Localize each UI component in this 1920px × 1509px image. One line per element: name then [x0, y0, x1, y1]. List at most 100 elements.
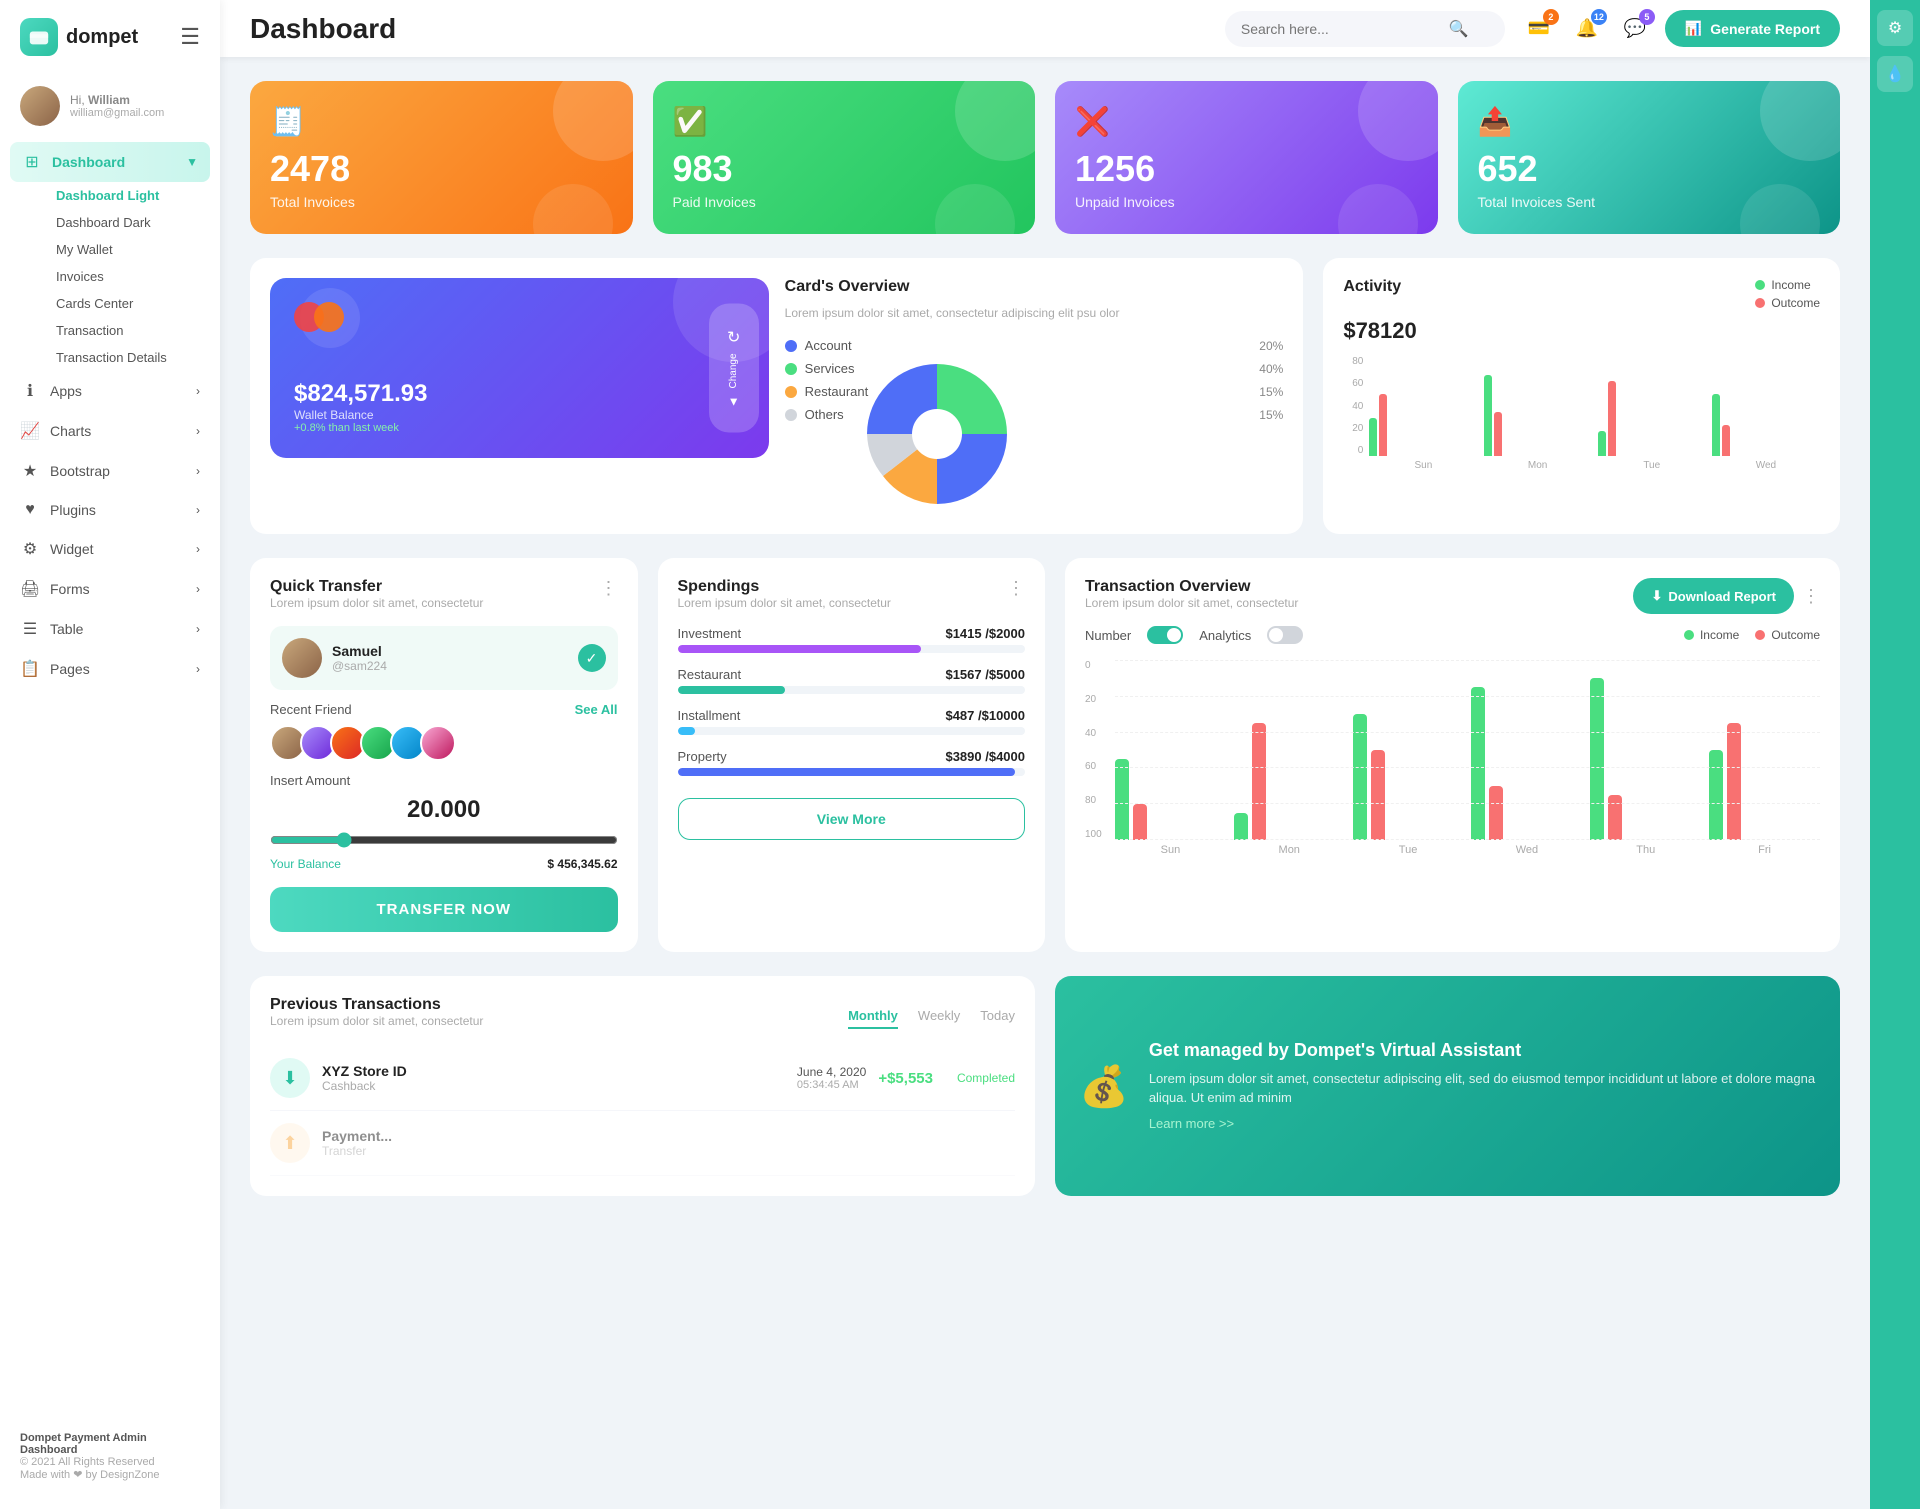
tab-today[interactable]: Today — [980, 1008, 1015, 1029]
right-sidebar-theme-btn[interactable]: 💧 — [1877, 56, 1913, 92]
generate-report-button[interactable]: 📊 Generate Report — [1665, 10, 1840, 47]
subnav-cards-center[interactable]: Cards Center — [40, 290, 220, 317]
view-more-button[interactable]: View More — [678, 798, 1026, 840]
transaction-overview-panel: Transaction Overview Lorem ipsum dolor s… — [1065, 558, 1840, 952]
spendings-menu-icon[interactable]: ⋮ — [1007, 578, 1025, 599]
sidebar-label-bootstrap: Bootstrap — [50, 463, 110, 479]
wallet-logo-svg — [28, 26, 50, 48]
bar-outcome-mon — [1494, 412, 1502, 456]
bar-label-wed: Wed — [1712, 460, 1820, 471]
sidebar-label-pages: Pages — [50, 661, 90, 677]
x-label-fri: Fri — [1709, 844, 1820, 856]
sidebar-label-table: Table — [50, 621, 83, 637]
download-icon: ⬇ — [1651, 588, 1662, 604]
wallet-icon-btn[interactable]: 💳 2 — [1521, 11, 1557, 47]
made-with: Made with ❤ by DesignZone — [20, 1468, 200, 1481]
subnav-transaction[interactable]: Transaction — [40, 317, 220, 344]
quick-transfer-title-group: Quick Transfer Lorem ipsum dolor sit ame… — [270, 578, 483, 622]
plugins-icon: ♥ — [20, 501, 40, 519]
bottom-row: Quick Transfer Lorem ipsum dolor sit ame… — [250, 558, 1840, 952]
unpaid-invoices-number: 1256 — [1075, 148, 1418, 190]
page-title: Dashboard — [250, 13, 1209, 45]
activity-bars: Sun Mon Tue Wed — [1369, 356, 1820, 471]
notifications-icon-btn[interactable]: 🔔 12 — [1569, 11, 1605, 47]
analytics-toggle[interactable] — [1267, 626, 1303, 644]
prev-txn-sub: Lorem ipsum dolor sit amet, consectetur — [270, 1014, 483, 1028]
spending-property-bar — [678, 768, 1015, 776]
user-info: Hi, William william@gmail.com — [70, 93, 164, 119]
sidebar-item-charts[interactable]: 📈 Charts › — [0, 411, 220, 451]
spending-property-label: Property — [678, 749, 727, 764]
sidebar-item-plugins[interactable]: ♥ Plugins › — [0, 491, 220, 529]
tab-monthly[interactable]: Monthly — [848, 1008, 898, 1029]
bar-income-wed — [1712, 394, 1720, 456]
logo-icon — [20, 18, 58, 56]
spending-investment: Investment $1415 /$2000 — [678, 626, 1026, 653]
sidebar-item-widget[interactable]: ⚙ Widget › — [0, 529, 220, 569]
see-all-link[interactable]: See All — [575, 702, 618, 717]
change-button[interactable]: ↻ Change ▼ — [709, 303, 759, 432]
big-bar-group-sun — [1115, 759, 1226, 840]
footer-brand: Dompet Payment Admin Dashboard — [20, 1432, 200, 1456]
wallet-amount: $824,571.93 — [294, 380, 745, 408]
bar-group-wed — [1712, 394, 1820, 456]
spending-installment: Installment $487 /$10000 — [678, 708, 1026, 735]
hamburger-icon[interactable]: ☰ — [180, 24, 200, 50]
chevron-right-icon: › — [196, 384, 200, 398]
messages-badge: 5 — [1639, 9, 1655, 25]
stat-card-paid-invoices: ✅ 983 Paid Invoices — [653, 81, 1036, 234]
legend-dot-account — [785, 340, 797, 352]
subnav-my-wallet[interactable]: My Wallet — [40, 236, 220, 263]
sidebar-label-forms: Forms — [50, 581, 90, 597]
x-label-sun: Sun — [1115, 844, 1226, 856]
card-overview-subtitle: Lorem ipsum dolor sit amet, consectetur … — [785, 306, 1284, 320]
subnav-transaction-details[interactable]: Transaction Details — [40, 344, 220, 371]
sidebar-item-pages[interactable]: 📋 Pages › — [0, 649, 220, 689]
income-label: Income — [1771, 278, 1810, 292]
subnav-dashboard-dark[interactable]: Dashboard Dark — [40, 209, 220, 236]
bar-chart — [1369, 356, 1820, 456]
y-axis-labels: 0 20 40 60 80 — [1343, 356, 1363, 456]
sidebar-item-bootstrap[interactable]: ★ Bootstrap › — [0, 451, 220, 491]
download-report-button[interactable]: ⬇ Download Report — [1633, 578, 1794, 614]
search-input[interactable] — [1241, 21, 1441, 37]
x-label-mon: Mon — [1234, 844, 1345, 856]
number-toggle[interactable] — [1147, 626, 1183, 644]
sidebar-item-dashboard[interactable]: ⊞ Dashboard ▼ — [10, 142, 210, 182]
spending-restaurant-header: Restaurant $1567 /$5000 — [678, 667, 1026, 682]
messages-icon-btn[interactable]: 💬 5 — [1617, 11, 1653, 47]
spending-installment-bar — [678, 727, 695, 735]
download-label: Download Report — [1668, 589, 1776, 604]
generate-icon: 📊 — [1685, 20, 1702, 37]
va-learn-more-link[interactable]: Learn more >> — [1149, 1116, 1234, 1131]
sidebar-item-table[interactable]: ☰ Table › — [0, 609, 220, 649]
sidebar-label-dashboard: Dashboard — [52, 154, 125, 170]
outcome-label: Outcome — [1771, 296, 1820, 310]
friend-avatar-6[interactable] — [420, 725, 456, 761]
txn-income-dot — [1684, 630, 1694, 640]
right-sidebar-settings-btn[interactable]: ⚙ — [1877, 10, 1913, 46]
txn-sub: Lorem ipsum dolor sit amet, consectetur — [1085, 596, 1298, 610]
stats-row: 🧾 2478 Total Invoices ✅ 983 Paid Invoice… — [250, 81, 1840, 234]
big-bar-group-tue — [1353, 714, 1464, 840]
tab-weekly[interactable]: Weekly — [918, 1008, 960, 1029]
big-bar-outcome-tue — [1371, 750, 1385, 840]
quick-transfer-menu-icon[interactable]: ⋮ — [600, 578, 618, 599]
subnav-dashboard-light[interactable]: Dashboard Light — [40, 182, 220, 209]
chevron-right-icon-4: › — [196, 503, 200, 517]
spending-restaurant-bar — [678, 686, 786, 694]
txn-row-datetime: June 4, 2020 05:34:45 AM — [797, 1065, 866, 1091]
header-icons: 💳 2 🔔 12 💬 5 📊 Generate Report — [1521, 10, 1840, 47]
transfer-now-button[interactable]: TRANSFER NOW — [270, 887, 618, 932]
big-bar-chart: 100 80 60 40 20 0 — [1085, 660, 1820, 856]
sidebar-item-apps[interactable]: ℹ Apps › — [0, 371, 220, 411]
recent-friends-header: Recent Friend See All — [270, 702, 618, 717]
sidebar-item-forms[interactable]: 🖨 Forms › — [0, 569, 220, 609]
chevron-right-icon-6: › — [196, 582, 200, 596]
txn-menu-icon[interactable]: ⋮ — [1802, 586, 1820, 607]
amount-slider[interactable] — [270, 832, 618, 848]
activity-legend: Income Outcome — [1755, 278, 1820, 310]
va-icon: 💰 — [1079, 1063, 1129, 1110]
spending-restaurant-amount: $1567 /$5000 — [945, 667, 1025, 682]
subnav-invoices[interactable]: Invoices — [40, 263, 220, 290]
